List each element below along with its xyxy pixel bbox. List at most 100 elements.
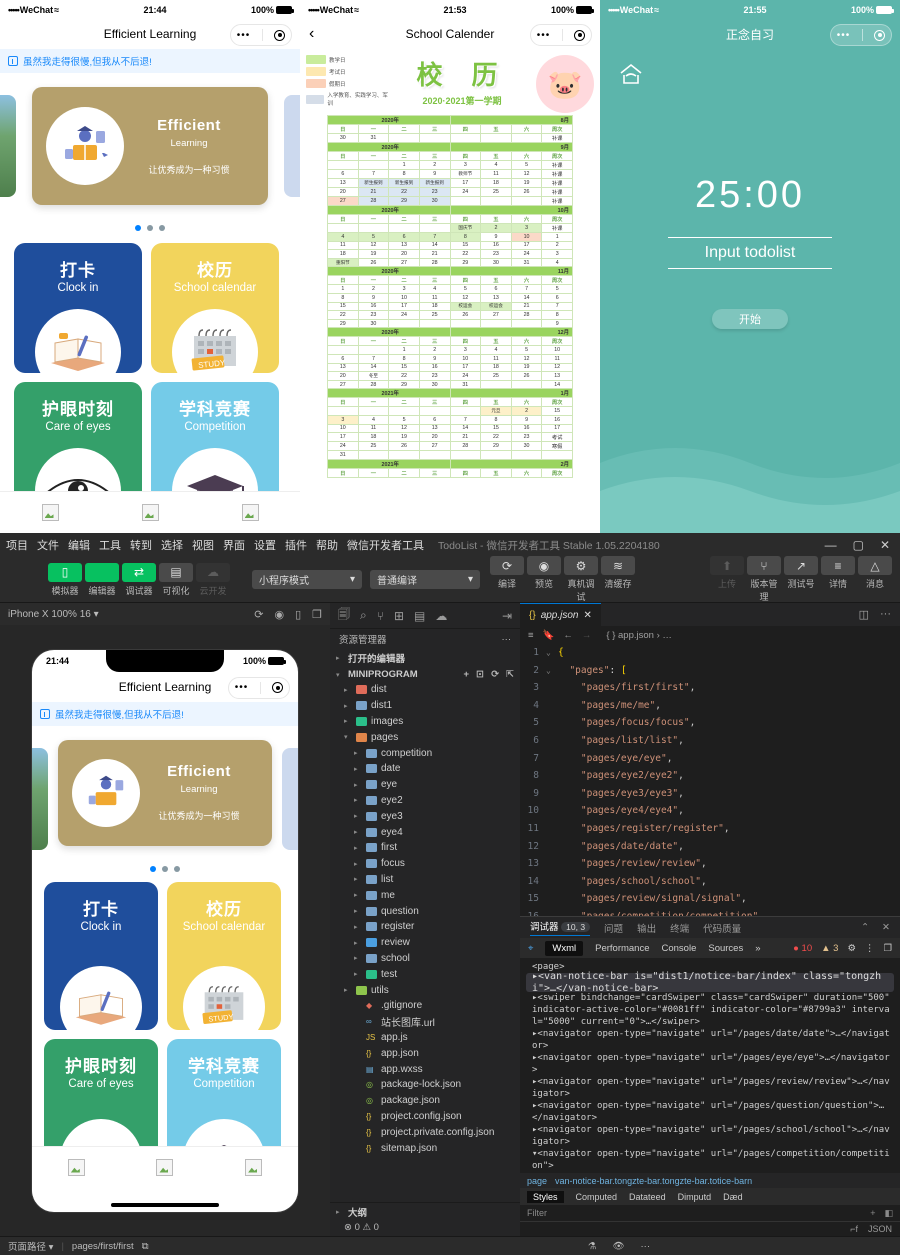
indicator-dot[interactable] [147, 225, 153, 231]
tree-file[interactable]: {}project.private.config.json [330, 1124, 520, 1140]
tree-folder[interactable]: ▸first [330, 840, 520, 856]
fold-icon[interactable] [546, 679, 558, 697]
calendar-day-cell[interactable]: 14 [511, 293, 542, 302]
calendar-day-cell[interactable]: 12 [511, 354, 542, 363]
calendar-day-cell[interactable]: 13 [419, 424, 450, 433]
tree-folder[interactable]: ▸me [330, 887, 520, 903]
calendar-day-cell[interactable]: 11 [358, 424, 389, 433]
close-target-icon[interactable] [874, 30, 885, 41]
start-button[interactable]: 开始 [712, 309, 788, 329]
calendar-day-cell[interactable]: 18 [419, 302, 450, 311]
calendar-day-cell[interactable]: 补课 [542, 179, 573, 188]
calendar-day-cell[interactable]: 19 [511, 179, 542, 188]
account-icon[interactable]: ⇥ [502, 609, 512, 623]
tile-clock-in[interactable]: 打卡 Clock in [44, 882, 158, 1030]
calendar-day-cell[interactable]: 27 [328, 197, 359, 206]
calendar-day-cell[interactable]: 8 [328, 293, 359, 302]
calendar-day-cell[interactable]: 6 [328, 354, 359, 363]
calendar-day-cell[interactable]: 重阳节 [328, 258, 359, 267]
calendar-day-cell[interactable]: 12 [542, 363, 573, 372]
dom-node[interactable]: ▸<van-notice-bar is="dist1/notice-bar/in… [526, 973, 894, 992]
calendar-day-cell[interactable]: 18 [481, 363, 512, 372]
card-swiper[interactable]: Efficient Learning 让优秀成为一种习惯 [32, 740, 298, 858]
record-icon[interactable]: ◉ [274, 608, 284, 621]
calendar-day-cell[interactable]: 28 [450, 442, 481, 451]
calendar-day-cell[interactable]: 26 [511, 188, 542, 197]
calendar-day-cell[interactable]: 11 [481, 354, 512, 363]
calendar-day-cell[interactable]: 24 [450, 372, 481, 381]
calendar-day-cell[interactable]: 14 [358, 363, 389, 372]
menu-item-8[interactable]: 设置 [254, 537, 276, 553]
calendar-day-cell[interactable] [389, 407, 420, 416]
more-actions-icon[interactable]: ··· [880, 608, 891, 621]
devtools-tab[interactable]: Sources [708, 943, 743, 954]
tree-file[interactable]: ◎package-lock.json [330, 1077, 520, 1093]
inspect-icon[interactable]: ⌖ [528, 943, 533, 954]
calendar-day-cell[interactable]: 新生报到 [389, 179, 420, 188]
calendar-day-cell[interactable]: 29 [389, 197, 420, 206]
close-icon[interactable]: ✕ [882, 922, 890, 933]
testid-button[interactable]: ↗测试号 [784, 556, 818, 603]
wechat-capsule[interactable]: ••• [530, 24, 592, 46]
calendar-day-cell[interactable]: 22 [328, 311, 359, 320]
calendar-day-cell[interactable] [358, 161, 389, 170]
code-line[interactable]: 13 "pages/review/review", [520, 855, 900, 873]
calendar-day-cell[interactable]: 2 [542, 241, 573, 250]
notice-bar[interactable]: 虽然我走得很慢,但我从不后退! [0, 49, 300, 73]
calendar-day-cell[interactable] [419, 451, 450, 460]
dom-node[interactable]: ▸<navigator open-type="navigate" url="/p… [526, 1076, 894, 1100]
calendar-day-cell[interactable] [511, 134, 542, 143]
calendar-day-cell[interactable]: 30 [419, 197, 450, 206]
calendar-day-cell[interactable]: 4 [542, 258, 573, 267]
chevron-icon[interactable]: ▸ [354, 954, 362, 962]
preview-button[interactable]: ◉预览 [527, 556, 561, 603]
tree-folder[interactable]: ▸utils [330, 982, 520, 998]
debugger-tab[interactable]: 终端 [670, 921, 689, 935]
menu-dots-icon[interactable]: ••• [837, 30, 851, 41]
calendar-day-cell[interactable]: 5 [389, 415, 420, 424]
devtools-tab[interactable]: » [755, 943, 760, 954]
calendar-day-cell[interactable]: 16 [481, 241, 512, 250]
menu-item-10[interactable]: 帮助 [316, 537, 338, 553]
calendar-day-cell[interactable]: 31 [450, 380, 481, 389]
tree-file[interactable]: ◆.gitignore [330, 998, 520, 1014]
calendar-day-cell[interactable]: 2 [358, 285, 389, 294]
tree-file[interactable]: {}sitemap.json [330, 1140, 520, 1156]
breadcrumb-node[interactable]: page [527, 1176, 547, 1186]
calendar-day-cell[interactable]: 6 [542, 293, 573, 302]
calendar-day-cell[interactable]: 23 [511, 433, 542, 442]
swiper-next-card[interactable] [284, 95, 300, 197]
tree-folder[interactable]: ▸images [330, 714, 520, 730]
calendar-day-cell[interactable] [328, 161, 359, 170]
refresh-button[interactable]: ⟳编译 [490, 556, 524, 603]
tree-folder[interactable]: ▸register [330, 919, 520, 935]
cache-button[interactable]: ≋清缓存 [601, 556, 635, 603]
calendar-day-cell[interactable] [389, 451, 420, 460]
devtools-tab[interactable]: Console [662, 943, 697, 954]
calendar-day-cell[interactable]: 9 [419, 170, 450, 179]
back-icon[interactable]: ← [563, 630, 573, 641]
calendar-day-cell[interactable]: 21 [511, 302, 542, 311]
calendar-day-cell[interactable]: 补课 [542, 170, 573, 179]
simulator-button[interactable]: ▯模拟器 [48, 563, 82, 597]
calendar-day-cell[interactable] [511, 197, 542, 206]
calendar-day-cell[interactable]: 29 [328, 319, 359, 328]
calendar-day-cell[interactable]: 21 [450, 433, 481, 442]
close-button[interactable]: ✕ [880, 538, 890, 552]
calendar-day-cell[interactable] [358, 451, 389, 460]
menu-item-9[interactable]: 插件 [285, 537, 307, 553]
simulated-device[interactable]: 21:44 100% Efficient Learning ••• [32, 650, 298, 1212]
calendar-day-cell[interactable]: 25 [481, 372, 512, 381]
code-line[interactable]: 12 "pages/date/date", [520, 838, 900, 856]
styles-tab[interactable]: Computed [576, 1192, 618, 1202]
wechat-capsule[interactable]: ••• [228, 677, 290, 699]
menu-item-3[interactable]: 工具 [99, 537, 121, 553]
fold-icon[interactable] [546, 838, 558, 856]
calendar-day-cell[interactable]: 24 [328, 442, 359, 451]
calendar-day-cell[interactable] [358, 407, 389, 416]
calendar-day-cell[interactable]: 23 [481, 250, 512, 259]
tree-file[interactable]: {}project.config.json [330, 1109, 520, 1125]
calendar-day-cell[interactable]: 20 [419, 433, 450, 442]
page-path-select[interactable]: 页面路径 ▾ [0, 1239, 61, 1253]
chevron-icon[interactable]: ▾ [344, 733, 352, 741]
